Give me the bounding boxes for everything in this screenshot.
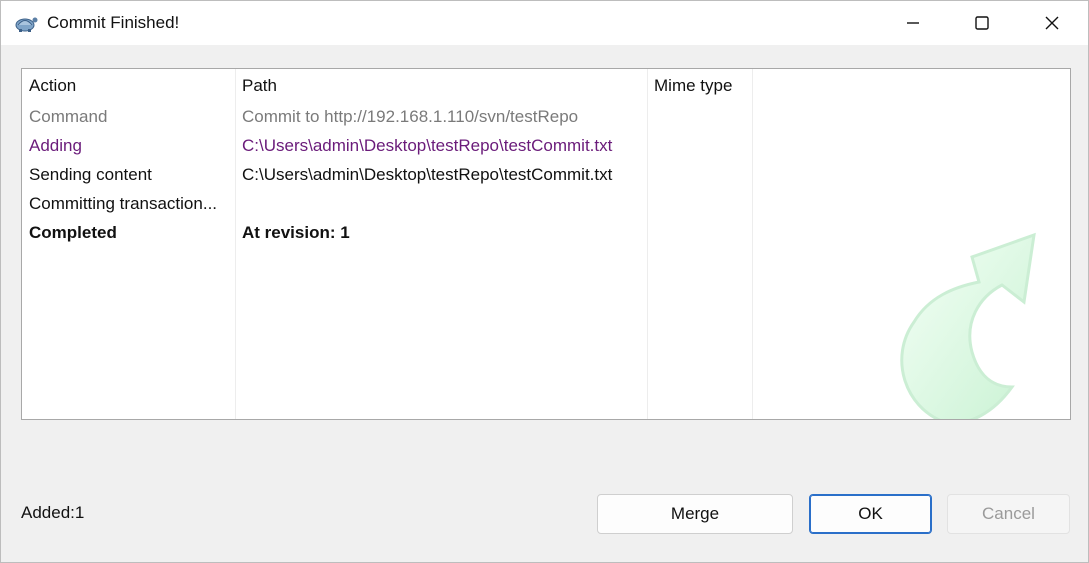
maximize-button[interactable] xyxy=(947,1,1017,45)
path-cell: At revision: 1 xyxy=(242,223,350,242)
minimize-icon xyxy=(907,22,919,24)
action-cell: Sending content xyxy=(29,165,152,184)
merge-button[interactable]: Merge xyxy=(597,494,793,534)
commit-finished-dialog: Commit Finished! Action Path Mime type C… xyxy=(0,0,1089,563)
cancel-button[interactable]: Cancel xyxy=(947,494,1070,534)
column-header-path[interactable]: Path xyxy=(242,76,277,96)
column-header-mime-type[interactable]: Mime type xyxy=(654,76,732,96)
column-header-action[interactable]: Action xyxy=(29,76,76,96)
status-text: Added:1 xyxy=(21,503,85,522)
path-cell: C:\Users\admin\Desktop\testRepo\testComm… xyxy=(242,165,613,184)
table-row[interactable]: Committing transaction... xyxy=(22,194,1070,223)
action-cell: Adding xyxy=(29,136,82,155)
close-button[interactable] xyxy=(1017,1,1087,45)
commit-arrow-icon xyxy=(900,232,1036,419)
table-row[interactable]: Command Commit to http://192.168.1.110/s… xyxy=(22,107,1070,136)
action-cell: Completed xyxy=(29,223,117,242)
action-cell: Committing transaction... xyxy=(29,194,218,213)
window-title: Commit Finished! xyxy=(47,13,180,32)
tortoise-icon xyxy=(15,17,38,32)
ok-button[interactable]: OK xyxy=(809,494,932,534)
table-row[interactable]: Adding C:\Users\admin\Desktop\testRepo\t… xyxy=(22,136,1070,165)
commit-log-list[interactable]: Action Path Mime type Command Commit to … xyxy=(21,68,1071,420)
table-row[interactable]: Sending content C:\Users\admin\Desktop\t… xyxy=(22,165,1070,194)
close-icon xyxy=(1045,16,1059,30)
path-cell: Commit to http://192.168.1.110/svn/testR… xyxy=(242,107,579,126)
action-cell: Command xyxy=(29,107,108,126)
minimize-button[interactable] xyxy=(878,1,948,45)
path-cell: C:\Users\admin\Desktop\testRepo\testComm… xyxy=(242,136,613,155)
title-bar: Commit Finished! xyxy=(1,1,1088,45)
maximize-icon xyxy=(975,16,989,30)
